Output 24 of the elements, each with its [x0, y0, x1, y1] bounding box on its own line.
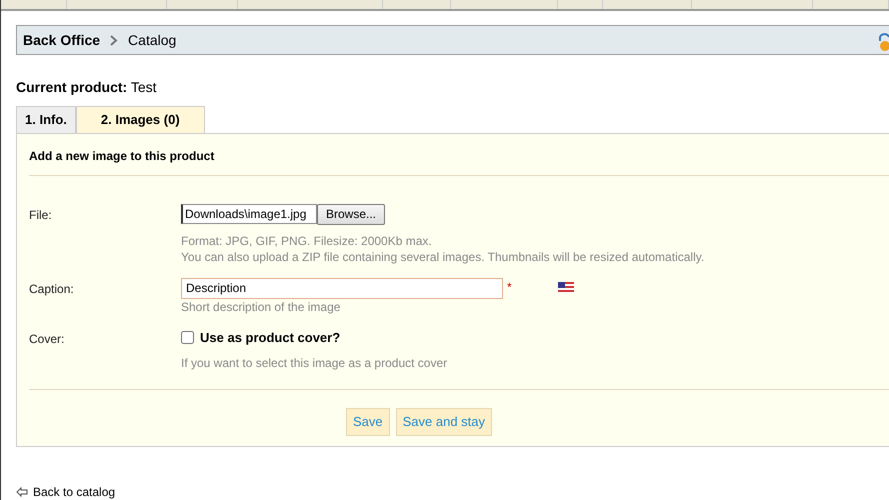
chevron-icon [110, 34, 118, 46]
back-arrow-icon [16, 486, 28, 496]
required-mark: * [507, 278, 512, 296]
tab[interactable]: 2. Images (0) [76, 106, 205, 132]
hint-text: You can also upload a ZIP file containing several images. Thumbnails will be resized automatically. [181, 248, 704, 264]
tab[interactable]: 1. Info. [16, 106, 76, 132]
breadcrumb-item[interactable]: Catalog [128, 30, 176, 50]
cover-checkbox[interactable] [181, 330, 194, 344]
caption-field[interactable]: Description [181, 278, 503, 298]
breadcrumb-item[interactable]: Back Office [23, 30, 100, 50]
field-label: Caption: [29, 280, 75, 298]
field-label: File: [29, 206, 53, 224]
flag-icon[interactable] [558, 282, 574, 292]
hint-text: If you want to select this image as a product cover [181, 355, 448, 371]
lock-icon [876, 32, 889, 52]
back-link[interactable]: Back to catalog [16, 482, 889, 500]
field-label: Cover: [29, 330, 66, 348]
hint-text: Format: JPG, GIF, PNG. Filesize: 2000Kb max. [181, 232, 433, 248]
browse-button[interactable]: Browse... [317, 204, 386, 224]
hint-text: Short description of the image [181, 298, 342, 314]
checkbox-label: Use as product cover? [200, 328, 340, 347]
file-path-field[interactable]: Downloads\image1.jpg [181, 204, 317, 224]
panel-title: Add a new image to this product [29, 146, 889, 176]
current-product: Current product: Test [16, 78, 158, 97]
